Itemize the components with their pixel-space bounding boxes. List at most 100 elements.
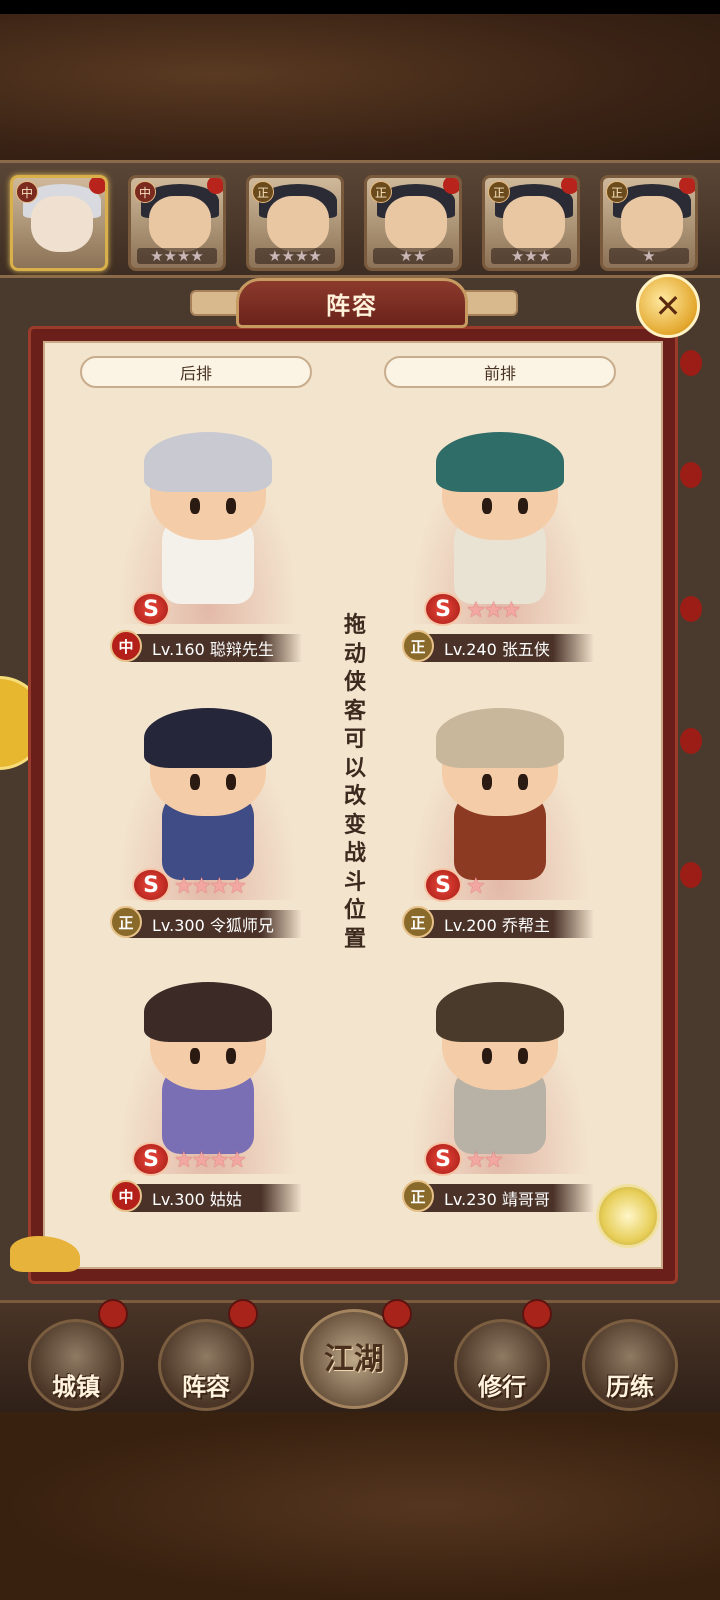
status-bar (0, 0, 720, 14)
eye (226, 774, 236, 790)
star-rating: ★★★ (466, 598, 521, 623)
s-rank-badge: S (424, 1142, 462, 1176)
eye (482, 498, 492, 514)
eye (190, 774, 200, 790)
star-rating: ★ (609, 248, 689, 264)
notification-dot (207, 178, 223, 194)
face (385, 196, 447, 252)
s-rank-badge: S (132, 592, 170, 626)
hero-portrait-1[interactable]: 中 (10, 175, 108, 271)
notification-dot (89, 178, 105, 194)
star-rating: ★★★★ (137, 248, 217, 264)
class-badge: 中 (110, 1180, 142, 1212)
front-row-header: 前排 (384, 356, 616, 388)
eye (482, 774, 492, 790)
star-rating: ★★★★ (174, 1148, 247, 1173)
hero-slot-front-2[interactable]: S ★ Lv.200 乔帮主 正 (400, 690, 600, 940)
close-icon: ✕ (654, 287, 682, 325)
notification-dot (98, 1299, 128, 1329)
eye (518, 1048, 528, 1064)
s-rank-badge: S (132, 868, 170, 902)
nav-training-label: 历练 (606, 1373, 654, 1401)
hero-hair (144, 708, 272, 768)
s-rank-badge: S (424, 868, 462, 902)
hero-level-name: Lv.300 令狐师兄 (116, 910, 302, 938)
hero-portrait-4[interactable]: 正 ★★ (364, 175, 462, 271)
flower-icon[interactable] (596, 1184, 660, 1248)
hero-portrait-3[interactable]: 正 ★★★★ (246, 175, 344, 271)
hero-slot-front-3[interactable]: S ★★ Lv.230 靖哥哥 正 (400, 964, 600, 1214)
hero-slot-back-3[interactable]: S ★★★★ Lv.300 姑姑 中 (108, 964, 308, 1214)
face (149, 196, 211, 252)
notification-dot (679, 178, 695, 194)
panel-title: 阵容 (236, 278, 468, 328)
notification-dot (522, 1299, 552, 1329)
hero-level-name: Lv.160 聪辩先生 (116, 634, 302, 662)
nav-town-button[interactable]: 城镇 (28, 1319, 124, 1411)
s-rank-badge: S (132, 1142, 170, 1176)
nav-cultivate-button[interactable]: 修行 (454, 1319, 550, 1411)
hero-level-name: Lv.200 乔帮主 (408, 910, 594, 938)
nav-cultivate-label: 修行 (478, 1373, 526, 1401)
drag-hint: 拖动侠客可以改变战斗位置 (343, 613, 366, 952)
class-badge: 正 (402, 1180, 434, 1212)
face (31, 196, 93, 252)
back-row-header: 后排 (80, 356, 312, 388)
face (503, 196, 565, 252)
hero-portrait-6[interactable]: 正 ★ (600, 175, 698, 271)
star-rating: ★★★★ (255, 248, 335, 264)
nav-training-button[interactable]: 历练 (582, 1319, 678, 1411)
star-rating: ★★★★ (174, 874, 247, 899)
notification-dot (228, 1299, 258, 1329)
lantern-icon (680, 462, 702, 488)
hero-hair (436, 982, 564, 1042)
notification-dot (443, 178, 459, 194)
close-button[interactable]: ✕ (636, 274, 700, 338)
nav-lineup-button[interactable]: 阵容 (158, 1319, 254, 1411)
lantern-icon (680, 728, 702, 754)
class-badge: 正 (252, 181, 274, 203)
notification-dot (382, 1299, 412, 1329)
class-badge: 正 (606, 181, 628, 203)
notification-dot (561, 178, 577, 194)
hero-slot-back-2[interactable]: S ★★★★ Lv.300 令狐师兄 正 (108, 690, 308, 940)
hero-hair (144, 982, 272, 1042)
eye (226, 1048, 236, 1064)
class-badge: 正 (402, 906, 434, 938)
class-badge: 正 (488, 181, 510, 203)
class-badge: 中 (134, 181, 156, 203)
hero-hair (144, 432, 272, 492)
star-rating: ★★ (373, 248, 453, 264)
hero-level-name: Lv.300 姑姑 (116, 1184, 302, 1212)
hero-portrait-5[interactable]: 正 ★★★ (482, 175, 580, 271)
class-badge: 中 (110, 630, 142, 662)
lantern-icon (680, 596, 702, 622)
hero-slot-front-1[interactable]: S ★★★ Lv.240 张五侠 正 (400, 414, 600, 664)
nav-jianghu-label: 江湖 (324, 1342, 384, 1377)
background-top (0, 14, 720, 164)
face (621, 196, 683, 252)
nav-lineup-label: 阵容 (182, 1373, 230, 1401)
class-badge: 中 (16, 181, 38, 203)
star-rating: ★★ (466, 1148, 503, 1173)
lantern-icon (680, 862, 702, 888)
eye (190, 1048, 200, 1064)
s-rank-badge: S (424, 592, 462, 626)
hero-portrait-2[interactable]: 中 ★★★★ (128, 175, 226, 271)
eye (518, 498, 528, 514)
hero-level-name: Lv.240 张五侠 (408, 634, 594, 662)
hero-hair (436, 432, 564, 492)
eye (482, 1048, 492, 1064)
class-badge: 正 (402, 630, 434, 662)
eye (190, 498, 200, 514)
face (267, 196, 329, 252)
bottom-nav: 城镇 阵容 江湖 修行 历练 (0, 1299, 720, 1412)
hero-portrait-strip: 中 中 ★★★★ 正 ★★★★ 正 ★★ 正 ★★★ 正 ★ (0, 160, 720, 278)
hero-slot-back-1[interactable]: S Lv.160 聪辩先生 中 (108, 414, 308, 664)
nav-town-label: 城镇 (52, 1373, 100, 1401)
eye (518, 774, 528, 790)
eye (226, 498, 236, 514)
class-badge: 正 (370, 181, 392, 203)
star-rating: ★ (466, 874, 486, 899)
lantern-icon (680, 350, 702, 376)
